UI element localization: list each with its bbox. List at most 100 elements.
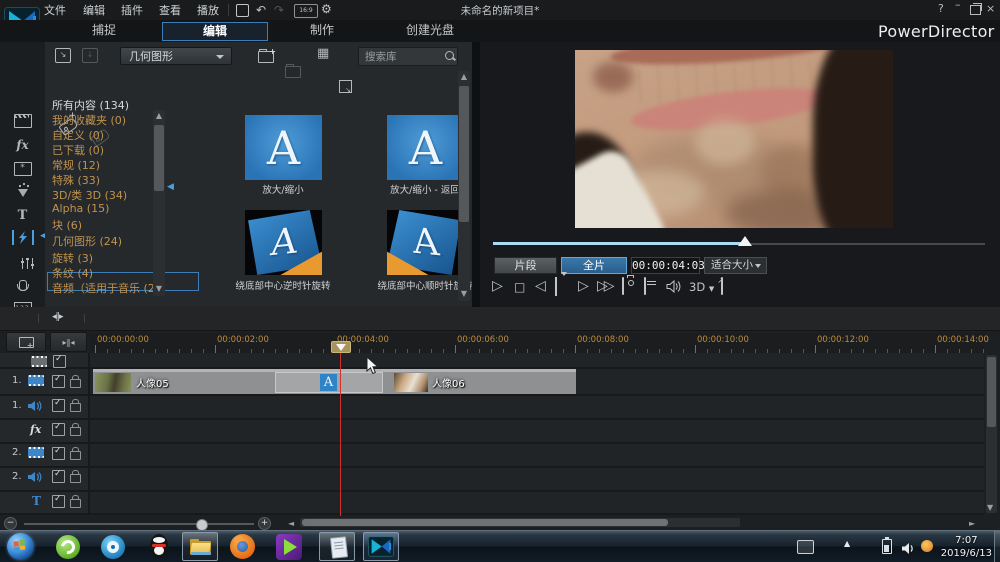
audio-mixing-room-button[interactable] xyxy=(0,252,45,274)
download-media-icon[interactable]: ↓ xyxy=(82,48,98,63)
volume-button[interactable] xyxy=(666,280,681,298)
track-lock-icon[interactable] xyxy=(70,403,81,412)
play-button[interactable]: ▷ xyxy=(492,277,503,295)
video-player-icon[interactable] xyxy=(101,535,125,559)
ime-indicator[interactable] xyxy=(797,540,814,554)
transition-room-button[interactable] xyxy=(0,226,45,248)
tray-app-icon[interactable] xyxy=(921,540,933,552)
scroll-down-icon[interactable]: ▼ xyxy=(153,283,165,295)
clip-mode-button[interactable]: 片段 xyxy=(494,257,557,274)
track-enable-checkbox[interactable] xyxy=(52,447,65,460)
category-rotate[interactable]: 旋转 (3) xyxy=(52,250,93,266)
save-icon[interactable] xyxy=(236,4,249,17)
particle-room-button[interactable] xyxy=(0,182,45,204)
restore-button[interactable] xyxy=(970,5,981,15)
timeline-vertical-scrollbar-thumb[interactable] xyxy=(987,357,996,427)
menu-file[interactable]: 文件 xyxy=(44,3,66,18)
fit-size-dropdown[interactable]: 适合大小 xyxy=(704,257,767,274)
menu-view[interactable]: 查看 xyxy=(159,3,181,18)
library-search-box[interactable] xyxy=(358,47,458,66)
category-scrollbar-thumb[interactable] xyxy=(154,125,164,191)
category-stripes[interactable]: 条纹 (4) xyxy=(52,265,93,281)
category-favorites[interactable]: 我的收藏夹 (0) xyxy=(52,112,126,128)
track-enable-checkbox[interactable] xyxy=(52,495,65,508)
category-special[interactable]: 特殊 (33) xyxy=(52,172,100,188)
video-preview[interactable] xyxy=(575,50,893,228)
thumbnail-scrollbar-thumb[interactable] xyxy=(459,86,469,222)
track-enable-checkbox[interactable] xyxy=(52,423,65,436)
explorer-taskbar-button[interactable] xyxy=(182,532,218,561)
snapshot-button[interactable] xyxy=(622,277,624,295)
effect-room-button[interactable]: fx xyxy=(0,134,45,156)
track-lock-icon[interactable] xyxy=(70,499,81,508)
browser-360-icon[interactable] xyxy=(56,535,80,559)
previous-frame-button[interactable]: ◁ xyxy=(535,277,546,295)
qq-icon[interactable] xyxy=(147,534,171,560)
track-manager-button[interactable] xyxy=(6,332,46,352)
start-button[interactable] xyxy=(7,533,34,560)
3d-toggle-button[interactable]: 3D ▼ xyxy=(689,280,714,294)
taskbar-clock[interactable]: 7:07 2019/6/13 xyxy=(941,534,992,560)
import-media-icon[interactable]: ↘ xyxy=(55,48,71,63)
playhead-marker[interactable] xyxy=(331,341,351,353)
timecode-display[interactable]: 00:00:04:03 xyxy=(631,257,700,274)
powerdirector-taskbar-button[interactable] xyxy=(363,532,399,561)
stop-button[interactable]: □ xyxy=(514,278,525,296)
fast-forward-button[interactable]: ▷▷ xyxy=(597,277,611,295)
category-all-content[interactable]: 所有内容 (134) xyxy=(52,97,129,113)
panel-splitter-handle[interactable]: ◂‖▸ xyxy=(52,312,63,322)
scroll-up-icon[interactable]: ▲ xyxy=(458,71,470,83)
voiceover-room-button[interactable] xyxy=(0,274,45,296)
track-lock-icon[interactable] xyxy=(70,379,81,388)
transition-item-zoom-return[interactable]: A xyxy=(387,115,464,180)
track-lock-icon[interactable] xyxy=(70,427,81,436)
library-filter-dropdown[interactable]: 几何图形 xyxy=(120,47,232,65)
tab-capture[interactable]: 捕捉 xyxy=(78,22,130,39)
tab-produce[interactable]: 制作 xyxy=(296,22,348,39)
preview-quality-button[interactable] xyxy=(644,277,646,295)
tab-create-disc[interactable]: 创建光盘 xyxy=(394,22,466,39)
transition-clip[interactable]: A xyxy=(275,372,383,393)
panel-divider[interactable] xyxy=(472,42,480,307)
menu-plugins[interactable]: 插件 xyxy=(121,3,143,18)
track-lock-icon[interactable] xyxy=(70,474,81,483)
scroll-up-icon[interactable]: ▲ xyxy=(153,110,165,122)
new-folder-icon[interactable]: + xyxy=(258,51,274,63)
track-enable-checkbox[interactable] xyxy=(52,375,65,388)
menu-edit[interactable]: 编辑 xyxy=(83,3,105,18)
timeline-zoom-slider[interactable] xyxy=(24,523,254,525)
scroll-left-icon[interactable]: ◄ xyxy=(288,519,294,528)
show-desktop-button[interactable] xyxy=(994,531,1000,562)
category-geometric[interactable]: 几何图形 (24) xyxy=(52,233,122,249)
category-3d[interactable]: 3D/类 3D (34) xyxy=(52,187,127,203)
snap-alignment-button[interactable]: ▸‖◂ xyxy=(50,332,87,352)
transition-item-rotate-cw[interactable]: A xyxy=(387,210,464,275)
media-room-button[interactable] xyxy=(0,110,45,132)
scroll-right-icon[interactable]: ► xyxy=(969,519,975,528)
firefox-icon[interactable] xyxy=(230,534,255,559)
track-lock-icon[interactable] xyxy=(70,451,81,460)
timeline-horizontal-scrollbar-thumb[interactable] xyxy=(302,519,668,526)
close-button[interactable]: × xyxy=(986,2,995,16)
transition-item-zoom[interactable]: A xyxy=(245,115,322,180)
seek-step-button[interactable] xyxy=(555,277,557,295)
next-frame-button[interactable]: ▷ xyxy=(578,277,589,295)
resize-thumbnails-icon[interactable] xyxy=(339,80,352,93)
timeline-zoom-out-button[interactable]: − xyxy=(4,517,17,530)
undo-icon[interactable]: ↶ xyxy=(256,3,266,17)
help-button[interactable]: ? xyxy=(938,2,944,16)
transition-item-rotate-ccw[interactable]: A xyxy=(245,210,322,275)
tray-expand-icon[interactable]: ▲ xyxy=(844,539,850,548)
minimize-button[interactable]: – xyxy=(955,0,961,12)
track-enable-checkbox[interactable] xyxy=(52,470,65,483)
tray-speaker-icon[interactable] xyxy=(901,540,915,559)
category-general[interactable]: 常规 (12) xyxy=(52,157,100,173)
redo-icon[interactable]: ↷ xyxy=(274,3,284,17)
category-alpha[interactable]: Alpha (15) xyxy=(52,202,109,215)
track-enable-checkbox[interactable] xyxy=(53,355,66,368)
search-input[interactable] xyxy=(363,49,443,64)
seek-bar-thumb[interactable] xyxy=(738,236,752,246)
pip-objects-room-button[interactable]: * xyxy=(0,158,45,180)
potplayer-icon[interactable] xyxy=(276,534,302,560)
category-audio[interactable]: 音频（适用于音乐 (2) xyxy=(52,280,157,296)
